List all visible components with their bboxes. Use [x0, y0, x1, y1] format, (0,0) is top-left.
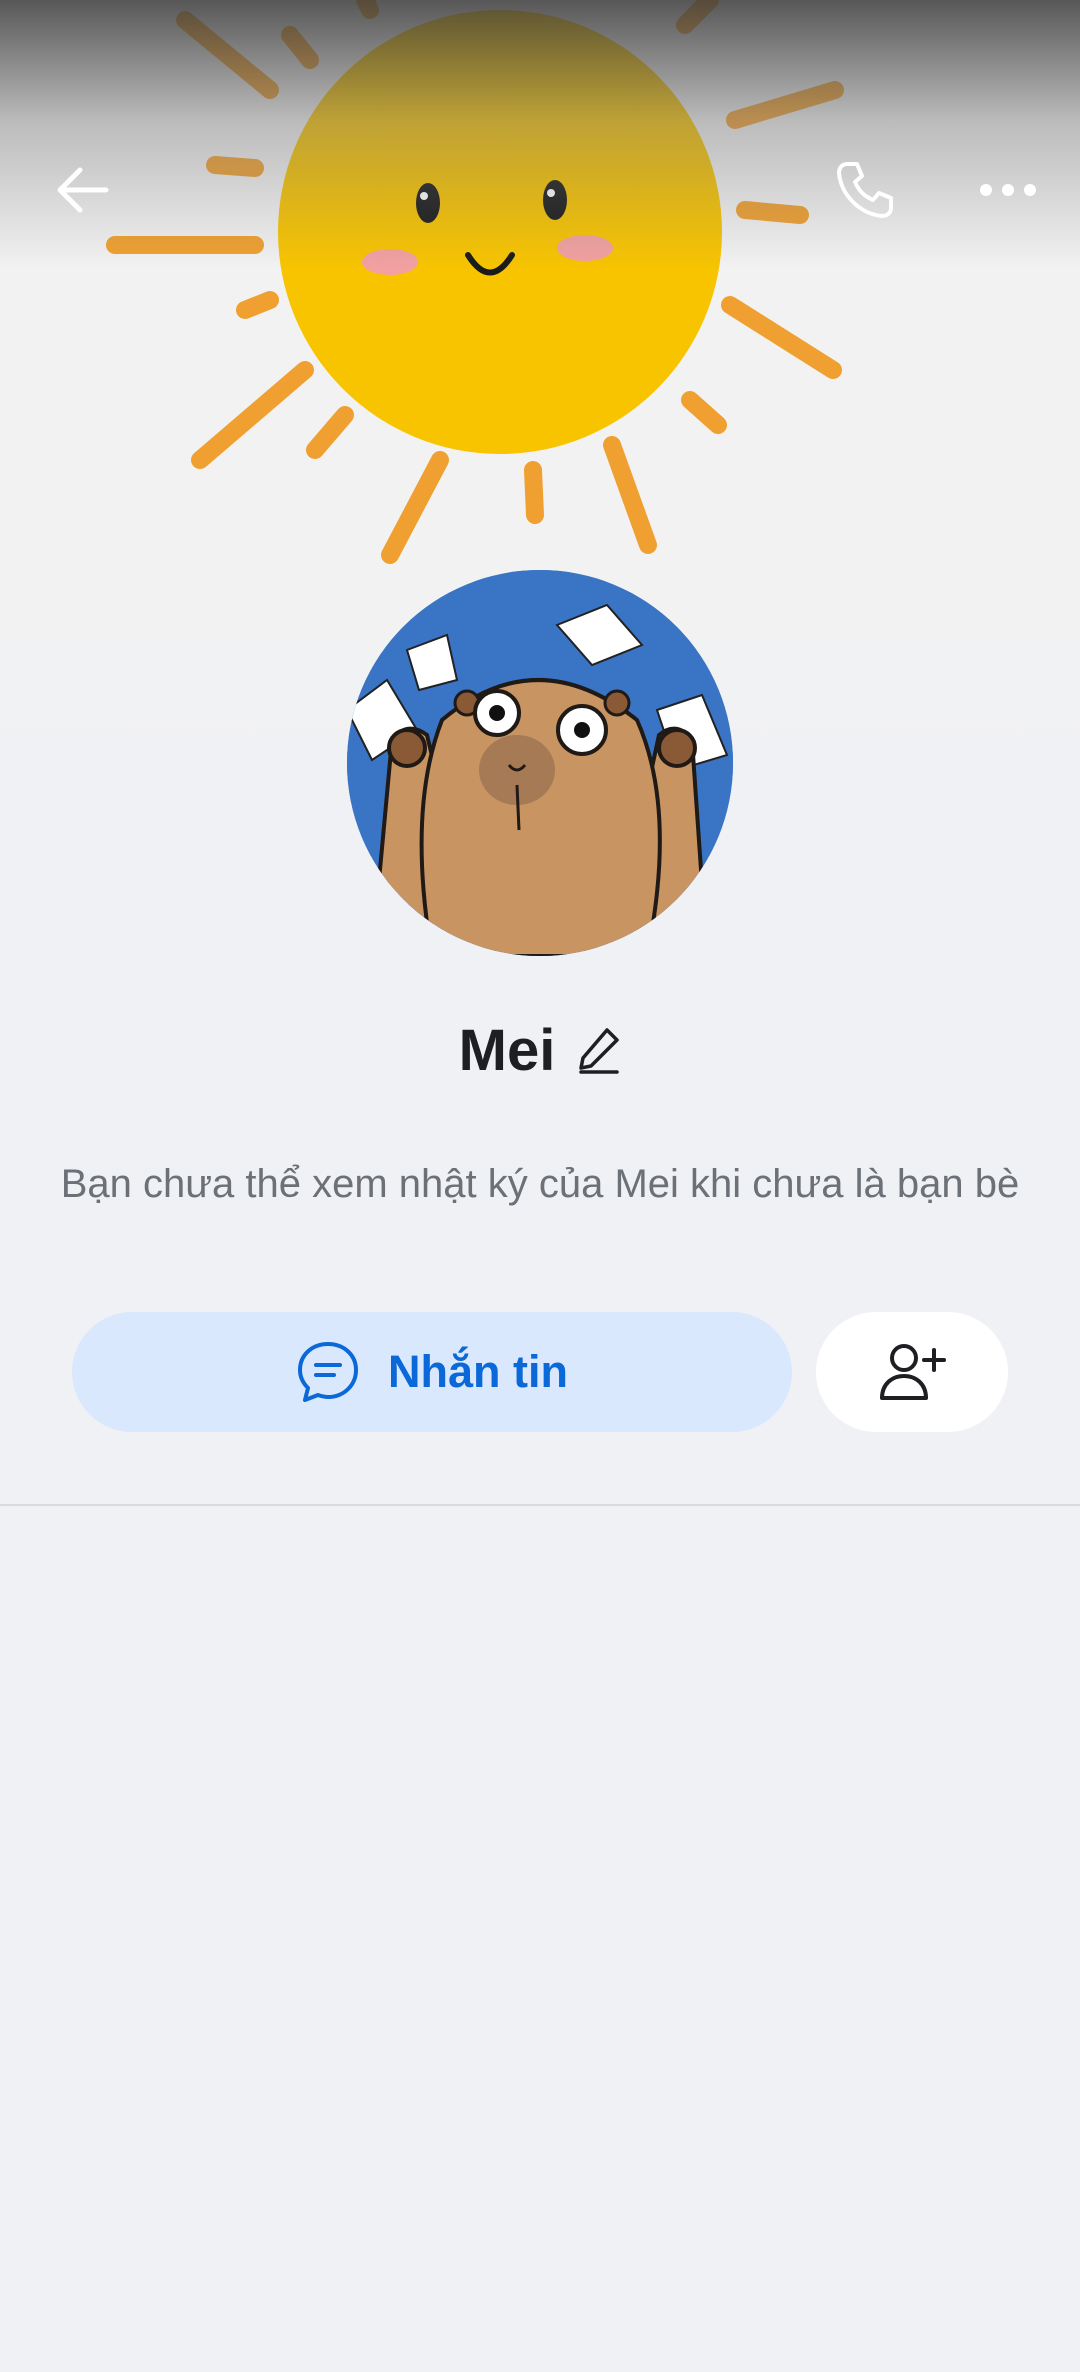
- profile-name: Mei: [458, 1017, 556, 1083]
- message-button[interactable]: Nhắn tin: [72, 1312, 792, 1432]
- capybara-illustration: [347, 570, 733, 956]
- profile-name-row: Mei: [0, 1010, 1080, 1090]
- edit-name-button[interactable]: [577, 1026, 621, 1074]
- more-button[interactable]: [958, 140, 1058, 240]
- call-button[interactable]: [815, 140, 915, 240]
- back-button[interactable]: [32, 140, 132, 240]
- arrow-left-icon: [57, 167, 109, 213]
- message-button-label: Nhắn tin: [388, 1346, 568, 1397]
- phone-icon: [837, 162, 893, 218]
- avatar[interactable]: [347, 570, 733, 956]
- add-user-icon: [880, 1344, 946, 1400]
- add-friend-button[interactable]: [816, 1312, 1008, 1432]
- cover-shade: [0, 0, 1080, 270]
- section-divider: [0, 1504, 1080, 1506]
- more-horizontal-icon: [980, 184, 1036, 196]
- pencil-icon: [579, 1028, 620, 1074]
- chat-bubble-icon: [298, 1342, 358, 1402]
- diary-privacy-notice: Bạn chưa thể xem nhật ký của Mei khi chư…: [60, 1162, 1020, 1206]
